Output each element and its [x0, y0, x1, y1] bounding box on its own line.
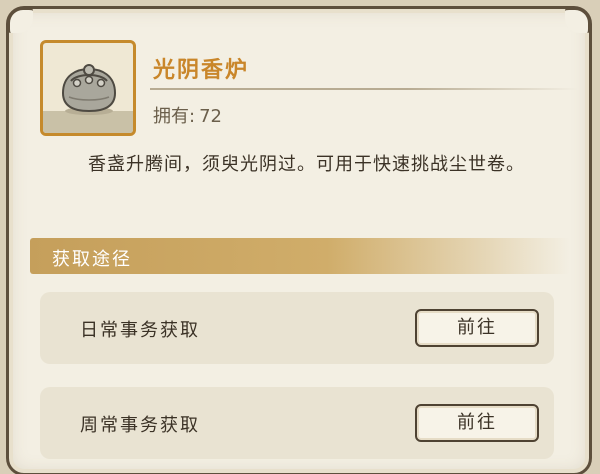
section-title: 获取途径	[52, 249, 132, 270]
item-icon-frame	[40, 40, 136, 136]
owned-count: 拥有: 72	[153, 102, 222, 128]
go-button-weekly[interactable]: 前往	[415, 404, 539, 442]
source-row-weekly: 周常事务获取 前往	[40, 387, 554, 459]
go-button-daily[interactable]: 前往	[415, 309, 539, 347]
source-label: 周常事务获取	[80, 415, 200, 436]
source-label: 日常事务获取	[80, 320, 200, 341]
divider	[150, 88, 578, 90]
incense-burner-icon	[61, 64, 117, 115]
source-row-daily: 日常事务获取 前往	[40, 292, 554, 364]
owned-number: 72	[199, 106, 222, 127]
acquisition-section-header: 获取途径	[30, 238, 570, 274]
panel-corner-ornament	[565, 7, 591, 33]
owned-label: 拥有:	[153, 106, 196, 127]
item-name: 光阴香炉	[153, 58, 250, 83]
item-description: 香盏升腾间，须臾光阴过。可用于快速挑战尘世卷。	[88, 154, 525, 175]
panel-corner-ornament	[7, 7, 33, 33]
